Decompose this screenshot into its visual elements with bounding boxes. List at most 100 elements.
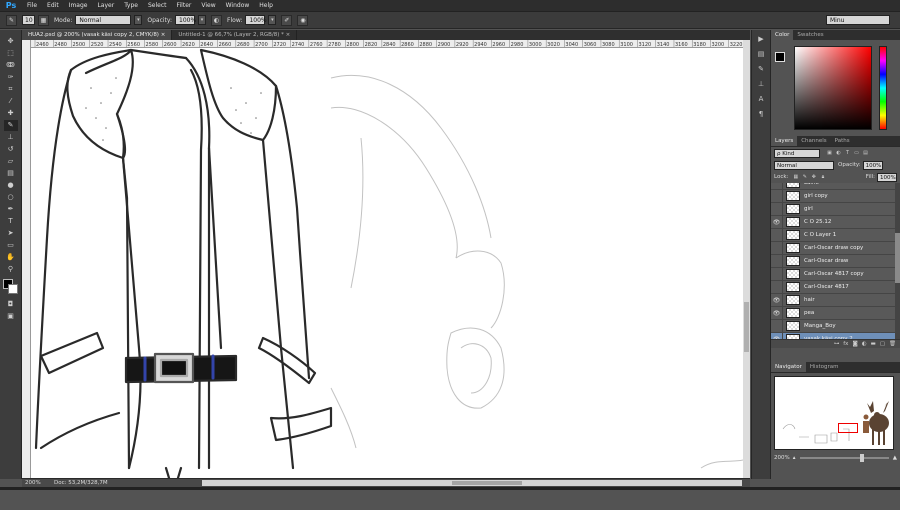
- menu-layer[interactable]: Layer: [92, 0, 119, 12]
- tab-color[interactable]: Color: [771, 30, 794, 40]
- brush-size-field[interactable]: 10: [22, 15, 35, 25]
- blend-mode-dropdown[interactable]: Normal: [774, 160, 834, 170]
- lock-position-icon[interactable]: ✥: [810, 174, 817, 181]
- flow-chevron-icon[interactable]: ▾: [268, 15, 277, 25]
- quick-mask-icon[interactable]: ◘: [4, 299, 18, 310]
- layer-row[interactable]: 👁︎ hair: [771, 293, 900, 307]
- screen-mode-icon[interactable]: ▣: [4, 311, 18, 322]
- filter-shape-icon[interactable]: ▭: [853, 150, 860, 157]
- tab-close-icon[interactable]: ×: [286, 32, 291, 38]
- navigator-zoom-knob[interactable]: [859, 454, 864, 462]
- brush-tool-preset-icon[interactable]: ✎: [6, 14, 17, 26]
- visibility-eye-icon[interactable]: [771, 280, 783, 294]
- flow-field[interactable]: 100%: [245, 15, 267, 25]
- color-swatches[interactable]: [2, 279, 19, 295]
- layer-row[interactable]: 👁︎ vasak käsi copy 2: [771, 332, 900, 339]
- layer-row[interactable]: Carl-Oscar 4817: [771, 280, 900, 294]
- layer-name[interactable]: Laine: [804, 183, 819, 186]
- layer-name[interactable]: Carl-Oscar 4817: [804, 284, 849, 290]
- menu-window[interactable]: Window: [221, 0, 255, 12]
- link-layers-icon[interactable]: ⊶: [834, 341, 840, 347]
- history-brush-tool-icon[interactable]: ↺: [4, 144, 18, 155]
- layer-row[interactable]: Manga_Boy: [771, 319, 900, 333]
- menu-filter[interactable]: Filter: [172, 0, 197, 12]
- new-layer-icon[interactable]: ▢: [880, 341, 885, 347]
- horizontal-scroll-thumb[interactable]: [452, 481, 522, 485]
- blur-tool-icon[interactable]: ●: [4, 180, 18, 191]
- visibility-eye-icon[interactable]: [771, 319, 783, 333]
- visibility-eye-icon[interactable]: 👁︎: [771, 215, 783, 229]
- color-panel-foreground-swatch[interactable]: [775, 52, 785, 62]
- menu-select[interactable]: Select: [143, 0, 172, 12]
- clone-source-icon[interactable]: ⊥: [755, 79, 767, 90]
- visibility-eye-icon[interactable]: 👁︎: [771, 306, 783, 320]
- new-group-icon[interactable]: ▬: [871, 341, 876, 347]
- history-icon[interactable]: ▤: [755, 49, 767, 60]
- move-tool-icon[interactable]: ✥: [4, 36, 18, 47]
- layer-row[interactable]: 👁︎ pea: [771, 306, 900, 320]
- layer-row[interactable]: C O Layer 1: [771, 228, 900, 242]
- document-canvas[interactable]: [31, 48, 743, 478]
- visibility-eye-icon[interactable]: [771, 228, 783, 242]
- menu-image[interactable]: Image: [64, 0, 93, 12]
- opacity-chevron-icon[interactable]: ▾: [198, 15, 207, 25]
- layer-list-scroll-thumb[interactable]: [895, 233, 900, 283]
- gradient-tool-icon[interactable]: ▤: [4, 168, 18, 179]
- menu-file[interactable]: File: [22, 0, 42, 12]
- pressure-size-icon[interactable]: ◉: [297, 14, 309, 26]
- layer-list-scrollbar[interactable]: [895, 183, 900, 339]
- zoom-in-icon[interactable]: ▲: [893, 455, 897, 461]
- layer-row[interactable]: Carl-Oscar 4817 copy: [771, 267, 900, 281]
- layer-row[interactable]: Carl-Oscar draw: [771, 254, 900, 268]
- adjustment-layer-icon[interactable]: ◐: [862, 341, 867, 347]
- navigator-zoom-value[interactable]: 200%: [774, 455, 790, 461]
- visibility-eye-icon[interactable]: [771, 202, 783, 216]
- pressure-opacity-icon[interactable]: ◐: [211, 14, 223, 26]
- status-zoom[interactable]: 200%: [22, 480, 44, 486]
- lock-transparency-icon[interactable]: ▦: [792, 174, 799, 181]
- clone-stamp-tool-icon[interactable]: ⊥: [4, 132, 18, 143]
- layer-style-icon[interactable]: fx: [843, 341, 848, 347]
- layer-name[interactable]: C O Layer 1: [804, 232, 836, 238]
- tab-paths[interactable]: Paths: [831, 136, 854, 146]
- visibility-eye-icon[interactable]: 👁︎: [771, 332, 783, 339]
- filter-smart-object-icon[interactable]: ▤: [862, 150, 869, 157]
- add-mask-icon[interactable]: ◙: [852, 341, 857, 347]
- delete-layer-icon[interactable]: 🗑︎: [889, 341, 896, 347]
- tab-histogram[interactable]: Histogram: [806, 362, 843, 372]
- layer-name[interactable]: C O 25.12: [804, 219, 831, 225]
- brush-tool-icon[interactable]: ✎: [3, 120, 18, 131]
- lock-pixels-icon[interactable]: ✎: [801, 174, 808, 181]
- tab-channels[interactable]: Channels: [797, 136, 830, 146]
- workspace-dropdown[interactable]: Minu: [826, 15, 890, 25]
- crop-tool-icon[interactable]: ⌗: [4, 84, 18, 95]
- visibility-eye-icon[interactable]: [771, 189, 783, 203]
- layer-row[interactable]: 👁︎ C O 25.12: [771, 215, 900, 229]
- horizontal-scrollbar[interactable]: [202, 480, 742, 486]
- healing-brush-tool-icon[interactable]: ✚: [4, 108, 18, 119]
- brush-presets-icon[interactable]: ✎: [755, 64, 767, 75]
- layer-name[interactable]: vasak käsi copy 2: [804, 336, 853, 339]
- visibility-eye-icon[interactable]: 👁︎: [771, 293, 783, 307]
- opacity-field[interactable]: 100%: [175, 15, 196, 25]
- color-picker-field[interactable]: [794, 46, 872, 130]
- zoom-tool-icon[interactable]: ⚲: [4, 264, 18, 275]
- type-tool-icon[interactable]: T: [4, 216, 18, 227]
- play-icon[interactable]: ▶: [755, 34, 767, 45]
- lock-all-icon[interactable]: 🔒︎: [819, 174, 826, 181]
- shape-tool-icon[interactable]: ▭: [4, 240, 18, 251]
- layer-name[interactable]: Carl-Oscar draw: [804, 258, 848, 264]
- zoom-out-icon[interactable]: ▴: [793, 455, 796, 461]
- pen-tool-icon[interactable]: ✒: [4, 204, 18, 215]
- menu-type[interactable]: Type: [119, 0, 143, 12]
- character-icon[interactable]: A: [755, 94, 767, 105]
- layer-row[interactable]: girl: [771, 202, 900, 216]
- vertical-scroll-thumb[interactable]: [744, 302, 749, 352]
- marquee-tool-icon[interactable]: ⬚: [4, 48, 18, 59]
- navigator-preview[interactable]: [774, 376, 894, 450]
- layer-row[interactable]: Laine: [771, 183, 900, 190]
- visibility-eye-icon[interactable]: [771, 267, 783, 281]
- background-color-swatch[interactable]: [7, 284, 18, 294]
- document-tab-untitled[interactable]: Untitled-1 @ 66,7% (Layer 2, RGB/8) * ×: [172, 30, 298, 40]
- filter-pixel-icon[interactable]: ▣: [826, 150, 833, 157]
